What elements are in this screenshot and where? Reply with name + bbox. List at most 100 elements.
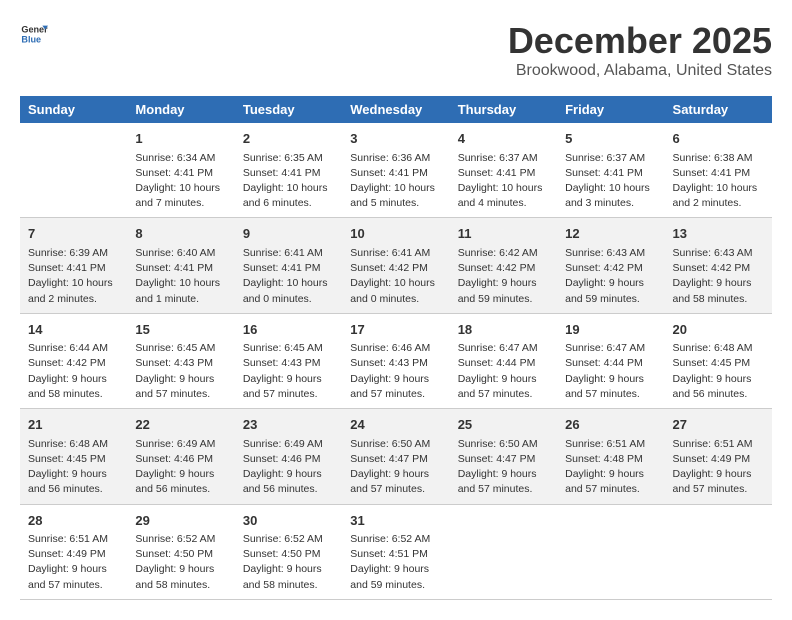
calendar-cell: 26Sunrise: 6:51 AMSunset: 4:48 PMDayligh…	[557, 409, 664, 504]
cell-sun-info: Sunrise: 6:49 AMSunset: 4:46 PMDaylight:…	[135, 437, 226, 498]
calendar-cell: 24Sunrise: 6:50 AMSunset: 4:47 PMDayligh…	[342, 409, 449, 504]
day-number: 12	[565, 224, 656, 244]
cell-sun-info: Sunrise: 6:37 AMSunset: 4:41 PMDaylight:…	[458, 151, 549, 212]
day-number: 31	[350, 511, 441, 531]
calendar-week-row: 21Sunrise: 6:48 AMSunset: 4:45 PMDayligh…	[20, 409, 772, 504]
cell-sun-info: Sunrise: 6:37 AMSunset: 4:41 PMDaylight:…	[565, 151, 656, 212]
cell-sun-info: Sunrise: 6:49 AMSunset: 4:46 PMDaylight:…	[243, 437, 334, 498]
cell-sun-info: Sunrise: 6:52 AMSunset: 4:51 PMDaylight:…	[350, 532, 441, 593]
day-number: 20	[673, 320, 764, 340]
calendar-cell: 12Sunrise: 6:43 AMSunset: 4:42 PMDayligh…	[557, 218, 664, 313]
logo: General Blue	[20, 20, 48, 48]
cell-sun-info: Sunrise: 6:51 AMSunset: 4:49 PMDaylight:…	[673, 437, 764, 498]
calendar-cell: 28Sunrise: 6:51 AMSunset: 4:49 PMDayligh…	[20, 504, 127, 599]
calendar-cell: 27Sunrise: 6:51 AMSunset: 4:49 PMDayligh…	[665, 409, 772, 504]
cell-sun-info: Sunrise: 6:40 AMSunset: 4:41 PMDaylight:…	[135, 246, 226, 307]
calendar-cell	[20, 123, 127, 218]
calendar-cell: 25Sunrise: 6:50 AMSunset: 4:47 PMDayligh…	[450, 409, 557, 504]
day-number: 14	[28, 320, 119, 340]
logo-icon: General Blue	[20, 20, 48, 48]
day-number: 30	[243, 511, 334, 531]
day-number: 1	[135, 129, 226, 149]
day-number: 16	[243, 320, 334, 340]
cell-sun-info: Sunrise: 6:45 AMSunset: 4:43 PMDaylight:…	[243, 341, 334, 402]
header: General Blue December 2025 Brookwood, Al…	[20, 20, 772, 80]
svg-text:Blue: Blue	[21, 34, 41, 44]
cell-sun-info: Sunrise: 6:45 AMSunset: 4:43 PMDaylight:…	[135, 341, 226, 402]
calendar-cell: 14Sunrise: 6:44 AMSunset: 4:42 PMDayligh…	[20, 313, 127, 408]
header-day-sunday: Sunday	[20, 96, 127, 123]
day-number: 24	[350, 415, 441, 435]
day-number: 8	[135, 224, 226, 244]
day-number: 23	[243, 415, 334, 435]
calendar-cell: 1Sunrise: 6:34 AMSunset: 4:41 PMDaylight…	[127, 123, 234, 218]
page-title: December 2025	[508, 20, 772, 62]
calendar-cell: 13Sunrise: 6:43 AMSunset: 4:42 PMDayligh…	[665, 218, 772, 313]
calendar-cell: 29Sunrise: 6:52 AMSunset: 4:50 PMDayligh…	[127, 504, 234, 599]
page-subtitle: Brookwood, Alabama, United States	[508, 62, 772, 80]
cell-sun-info: Sunrise: 6:43 AMSunset: 4:42 PMDaylight:…	[673, 246, 764, 307]
cell-sun-info: Sunrise: 6:48 AMSunset: 4:45 PMDaylight:…	[673, 341, 764, 402]
cell-sun-info: Sunrise: 6:42 AMSunset: 4:42 PMDaylight:…	[458, 246, 549, 307]
calendar-cell: 19Sunrise: 6:47 AMSunset: 4:44 PMDayligh…	[557, 313, 664, 408]
day-number: 27	[673, 415, 764, 435]
day-number: 15	[135, 320, 226, 340]
calendar-cell	[450, 504, 557, 599]
cell-sun-info: Sunrise: 6:46 AMSunset: 4:43 PMDaylight:…	[350, 341, 441, 402]
calendar-header-row: SundayMondayTuesdayWednesdayThursdayFrid…	[20, 96, 772, 123]
header-day-thursday: Thursday	[450, 96, 557, 123]
calendar-cell: 17Sunrise: 6:46 AMSunset: 4:43 PMDayligh…	[342, 313, 449, 408]
header-day-wednesday: Wednesday	[342, 96, 449, 123]
cell-sun-info: Sunrise: 6:39 AMSunset: 4:41 PMDaylight:…	[28, 246, 119, 307]
calendar-cell: 3Sunrise: 6:36 AMSunset: 4:41 PMDaylight…	[342, 123, 449, 218]
day-number: 13	[673, 224, 764, 244]
cell-sun-info: Sunrise: 6:34 AMSunset: 4:41 PMDaylight:…	[135, 151, 226, 212]
calendar-week-row: 1Sunrise: 6:34 AMSunset: 4:41 PMDaylight…	[20, 123, 772, 218]
day-number: 5	[565, 129, 656, 149]
calendar-cell: 7Sunrise: 6:39 AMSunset: 4:41 PMDaylight…	[20, 218, 127, 313]
calendar-cell: 9Sunrise: 6:41 AMSunset: 4:41 PMDaylight…	[235, 218, 342, 313]
cell-sun-info: Sunrise: 6:47 AMSunset: 4:44 PMDaylight:…	[565, 341, 656, 402]
calendar-cell: 8Sunrise: 6:40 AMSunset: 4:41 PMDaylight…	[127, 218, 234, 313]
calendar-cell: 31Sunrise: 6:52 AMSunset: 4:51 PMDayligh…	[342, 504, 449, 599]
day-number: 3	[350, 129, 441, 149]
calendar-cell: 2Sunrise: 6:35 AMSunset: 4:41 PMDaylight…	[235, 123, 342, 218]
calendar-cell: 23Sunrise: 6:49 AMSunset: 4:46 PMDayligh…	[235, 409, 342, 504]
day-number: 6	[673, 129, 764, 149]
cell-sun-info: Sunrise: 6:51 AMSunset: 4:49 PMDaylight:…	[28, 532, 119, 593]
cell-sun-info: Sunrise: 6:51 AMSunset: 4:48 PMDaylight:…	[565, 437, 656, 498]
calendar-cell: 20Sunrise: 6:48 AMSunset: 4:45 PMDayligh…	[665, 313, 772, 408]
calendar-cell: 4Sunrise: 6:37 AMSunset: 4:41 PMDaylight…	[450, 123, 557, 218]
day-number: 10	[350, 224, 441, 244]
cell-sun-info: Sunrise: 6:44 AMSunset: 4:42 PMDaylight:…	[28, 341, 119, 402]
calendar-cell: 30Sunrise: 6:52 AMSunset: 4:50 PMDayligh…	[235, 504, 342, 599]
calendar-cell: 11Sunrise: 6:42 AMSunset: 4:42 PMDayligh…	[450, 218, 557, 313]
cell-sun-info: Sunrise: 6:35 AMSunset: 4:41 PMDaylight:…	[243, 151, 334, 212]
cell-sun-info: Sunrise: 6:52 AMSunset: 4:50 PMDaylight:…	[135, 532, 226, 593]
calendar-cell	[557, 504, 664, 599]
calendar-cell: 16Sunrise: 6:45 AMSunset: 4:43 PMDayligh…	[235, 313, 342, 408]
cell-sun-info: Sunrise: 6:50 AMSunset: 4:47 PMDaylight:…	[458, 437, 549, 498]
day-number: 18	[458, 320, 549, 340]
calendar-cell: 21Sunrise: 6:48 AMSunset: 4:45 PMDayligh…	[20, 409, 127, 504]
calendar-cell: 10Sunrise: 6:41 AMSunset: 4:42 PMDayligh…	[342, 218, 449, 313]
day-number: 7	[28, 224, 119, 244]
day-number: 11	[458, 224, 549, 244]
cell-sun-info: Sunrise: 6:36 AMSunset: 4:41 PMDaylight:…	[350, 151, 441, 212]
cell-sun-info: Sunrise: 6:41 AMSunset: 4:42 PMDaylight:…	[350, 246, 441, 307]
day-number: 26	[565, 415, 656, 435]
day-number: 9	[243, 224, 334, 244]
calendar-table: SundayMondayTuesdayWednesdayThursdayFrid…	[20, 96, 772, 600]
calendar-week-row: 7Sunrise: 6:39 AMSunset: 4:41 PMDaylight…	[20, 218, 772, 313]
calendar-cell: 18Sunrise: 6:47 AMSunset: 4:44 PMDayligh…	[450, 313, 557, 408]
day-number: 2	[243, 129, 334, 149]
calendar-week-row: 28Sunrise: 6:51 AMSunset: 4:49 PMDayligh…	[20, 504, 772, 599]
calendar-cell: 5Sunrise: 6:37 AMSunset: 4:41 PMDaylight…	[557, 123, 664, 218]
cell-sun-info: Sunrise: 6:47 AMSunset: 4:44 PMDaylight:…	[458, 341, 549, 402]
header-day-monday: Monday	[127, 96, 234, 123]
cell-sun-info: Sunrise: 6:48 AMSunset: 4:45 PMDaylight:…	[28, 437, 119, 498]
cell-sun-info: Sunrise: 6:41 AMSunset: 4:41 PMDaylight:…	[243, 246, 334, 307]
day-number: 28	[28, 511, 119, 531]
calendar-cell: 22Sunrise: 6:49 AMSunset: 4:46 PMDayligh…	[127, 409, 234, 504]
cell-sun-info: Sunrise: 6:43 AMSunset: 4:42 PMDaylight:…	[565, 246, 656, 307]
